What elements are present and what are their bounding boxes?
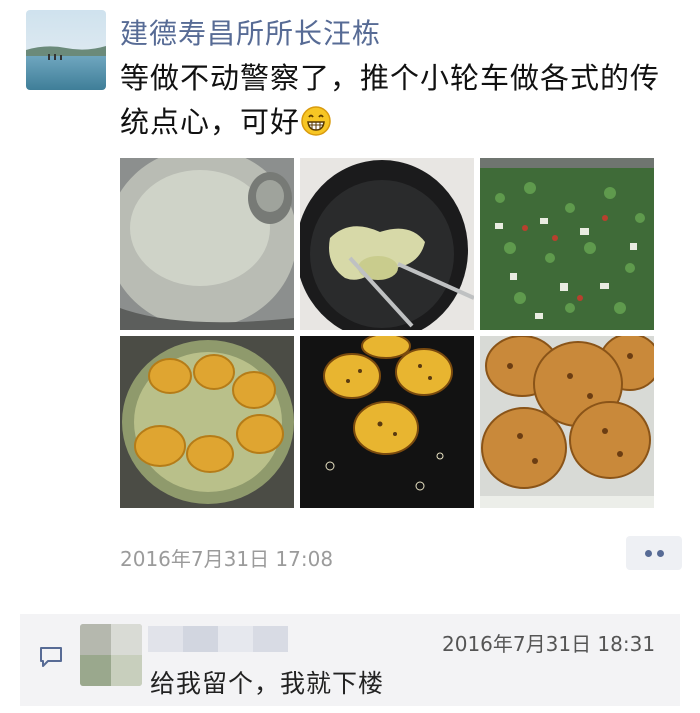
author-avatar[interactable] [26, 10, 106, 90]
post-author-name[interactable]: 建德寿昌所所长汪栋 [120, 12, 381, 52]
photo-batter-bowl[interactable] [120, 158, 294, 330]
post-timestamp: 2016年7月31日 17:08 [120, 547, 334, 571]
photo-frying-cakes-oil[interactable] [300, 336, 474, 508]
photo-frying-cakes-pot[interactable] [120, 336, 294, 508]
more-dots-icon [656, 549, 664, 557]
photo-grid [120, 158, 654, 508]
post-text: 等做不动警察了，推个小轮车做各式的传统点心，可好 [120, 56, 680, 144]
commenter-name[interactable] [148, 626, 288, 652]
more-dots-icon [644, 549, 652, 557]
lake-avatar-image [26, 10, 106, 90]
photo-finished-cakes[interactable] [480, 336, 654, 508]
comment-text: 给我留个，我就下楼 [150, 669, 385, 698]
comment-section: 2016年7月31日 18:31 给我留个，我就下楼 [20, 614, 680, 706]
photo-chopped-greens[interactable] [480, 158, 654, 330]
commenter-avatar[interactable] [80, 624, 142, 686]
post-text-content: 等做不动警察了，推个小轮车做各式的传统点心，可好 [120, 61, 661, 139]
comment-timestamp: 2016年7月31日 18:31 [442, 632, 656, 656]
more-dots-button[interactable] [626, 536, 682, 570]
grin-emoji-icon [300, 105, 332, 137]
photo-frying-batter[interactable] [300, 158, 474, 330]
comment-bubble-icon [38, 644, 64, 670]
